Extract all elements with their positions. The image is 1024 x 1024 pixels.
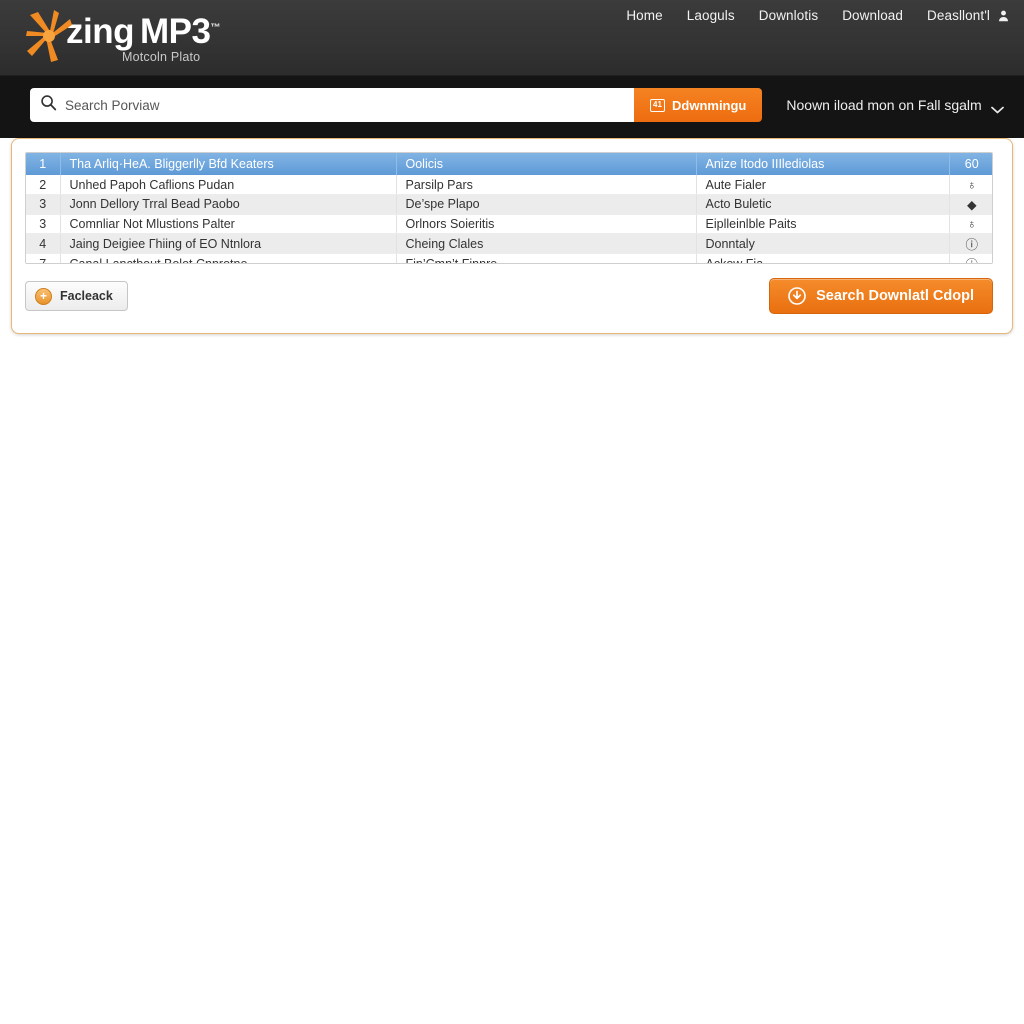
- download-filter-dropdown[interactable]: Noown iload mon on Fall sgalm: [786, 97, 1004, 114]
- feedback-button[interactable]: + Facleack: [25, 281, 128, 311]
- chevron-down-icon: [990, 101, 1004, 114]
- download-filter-label: Noown iload mon on Fall sgalm: [786, 97, 982, 113]
- column-header-title[interactable]: Tha Arliq·HeA. Bliggerlly Bfd Keaters: [60, 153, 397, 175]
- search-submit-label: Ddwnmingu: [672, 97, 747, 113]
- main-navigation: Home Laoguls Downlotis Download Deasllon…: [626, 8, 1010, 23]
- table-row[interactable]: 2 Unhed Papoh Caflions Pudan Parsilp Par…: [26, 175, 992, 196]
- search-download-button[interactable]: Search Downlatl Cdopl: [769, 278, 993, 314]
- brand-logo[interactable]: zing MP3™ Motcoln Plato: [18, 6, 220, 68]
- nav-item-downlotis[interactable]: Downlotis: [759, 8, 818, 23]
- results-panel: 1 Tha Arliq·HeA. Bliggerlly Bfd Keaters …: [11, 138, 1013, 334]
- search-submit-button[interactable]: 41 Ddwnmingu: [634, 88, 763, 122]
- row-index: 3: [26, 214, 61, 235]
- nav-item-account[interactable]: Deasllont'l: [927, 8, 1010, 23]
- star-burst-icon: [18, 6, 80, 68]
- row-notice: De’spe Plapo: [396, 194, 697, 215]
- row-media: Aute Fialer: [696, 175, 950, 196]
- search-row: 41 Ddwnmingu Noown iload mon on Fall sga…: [30, 88, 1004, 122]
- calendar-badge-icon: 41: [650, 98, 665, 112]
- table-row[interactable]: 4 Jaing Deigiee Гhiing of EO Ntnlora Che…: [26, 233, 992, 255]
- brand-name-part2: MP3: [139, 12, 211, 51]
- row-status-icon[interactable]: ♁: [949, 175, 992, 196]
- column-header-notices[interactable]: Oolicis: [396, 153, 697, 175]
- table-header-row: 1 Tha Arliq·HeA. Bliggerlly Bfd Keaters …: [26, 153, 992, 175]
- search-field[interactable]: [30, 88, 634, 122]
- nav-item-account-label: Deasllont'l: [927, 8, 990, 23]
- results-table-container[interactable]: 1 Tha Arliq·HeA. Bliggerlly Bfd Keaters …: [25, 152, 993, 264]
- table-row[interactable]: 3 Comnliar Not Mlustions Palter Orlnors …: [26, 214, 992, 235]
- table-row[interactable]: 7 Canal Lanctbout Bolot Cnnrotne Fin’Cmn…: [26, 253, 992, 263]
- row-notice: Parsilp Pars: [396, 175, 697, 196]
- row-media: Acto Buletic: [696, 194, 950, 215]
- row-notice: Cheing Clales: [396, 233, 697, 255]
- row-index: 2: [26, 175, 61, 196]
- results-table-head: 1 Tha Arliq·HeA. Bliggerlly Bfd Keaters …: [26, 153, 992, 175]
- row-index: 3: [26, 194, 61, 215]
- nav-item-download[interactable]: Download: [842, 8, 903, 23]
- search-download-label: Search Downlatl Cdopl: [816, 288, 974, 304]
- row-title: Jaing Deigiee Гhiing of EO Ntnlora: [60, 233, 397, 255]
- row-notice: Fin’Cmn’t Finnre: [396, 253, 697, 263]
- results-table-body: 2 Unhed Papoh Caflions Pudan Parsilp Par…: [26, 175, 992, 263]
- nav-item-home[interactable]: Home: [626, 8, 662, 23]
- trademark-symbol: ™: [210, 22, 220, 34]
- table-row[interactable]: 3 Jonn Dellory Trral Bead Paobo De’spe P…: [26, 194, 992, 215]
- column-header-count[interactable]: 60: [949, 153, 992, 175]
- row-status-icon[interactable]: ⓘ: [949, 233, 992, 255]
- column-header-media[interactable]: Anize Itodo IIIlediolas: [696, 153, 950, 175]
- row-title: Unhed Papoh Caflions Pudan: [60, 175, 397, 196]
- site-header: zing MP3™ Motcoln Plato Home Laoguls Down…: [0, 0, 1024, 76]
- row-notice: Orlnors Soieritis: [396, 214, 697, 235]
- nav-item-laoguls[interactable]: Laoguls: [687, 8, 735, 23]
- download-circle-icon: [788, 287, 806, 305]
- brand-name: zing MP3™: [66, 14, 220, 49]
- column-header-index[interactable]: 1: [26, 153, 61, 175]
- row-media: Eiplleinlble Paits: [696, 214, 950, 235]
- row-title: Comnliar Not Mlustions Palter: [60, 214, 397, 235]
- row-status-icon[interactable]: ⓘ: [949, 253, 992, 263]
- search-icon: [40, 94, 57, 116]
- plus-circle-icon: +: [35, 287, 52, 305]
- row-media: Ackow Fia: [696, 253, 950, 263]
- row-title: Jonn Dellory Trral Bead Paobo: [60, 194, 397, 215]
- row-media: Donntaly: [696, 233, 950, 255]
- user-account-icon: [996, 9, 1010, 23]
- row-status-icon[interactable]: ♁: [949, 214, 992, 235]
- results-table: 1 Tha Arliq·HeA. Bliggerlly Bfd Keaters …: [26, 153, 992, 263]
- panel-footer: + Facleack Search Downlatl Cdopl: [25, 278, 993, 314]
- search-bar-strip: 41 Ddwnmingu Noown iload mon on Fall sga…: [0, 76, 1024, 138]
- search-input[interactable]: [65, 97, 624, 113]
- row-status-icon[interactable]: ◆: [949, 194, 992, 215]
- row-title: Canal Lanctbout Bolot Cnnrotne: [60, 253, 397, 263]
- row-index: 7: [26, 253, 61, 263]
- brand-tagline: Motcoln Plato: [122, 50, 201, 64]
- row-index: 4: [26, 233, 61, 255]
- feedback-button-label: Facleack: [60, 289, 113, 303]
